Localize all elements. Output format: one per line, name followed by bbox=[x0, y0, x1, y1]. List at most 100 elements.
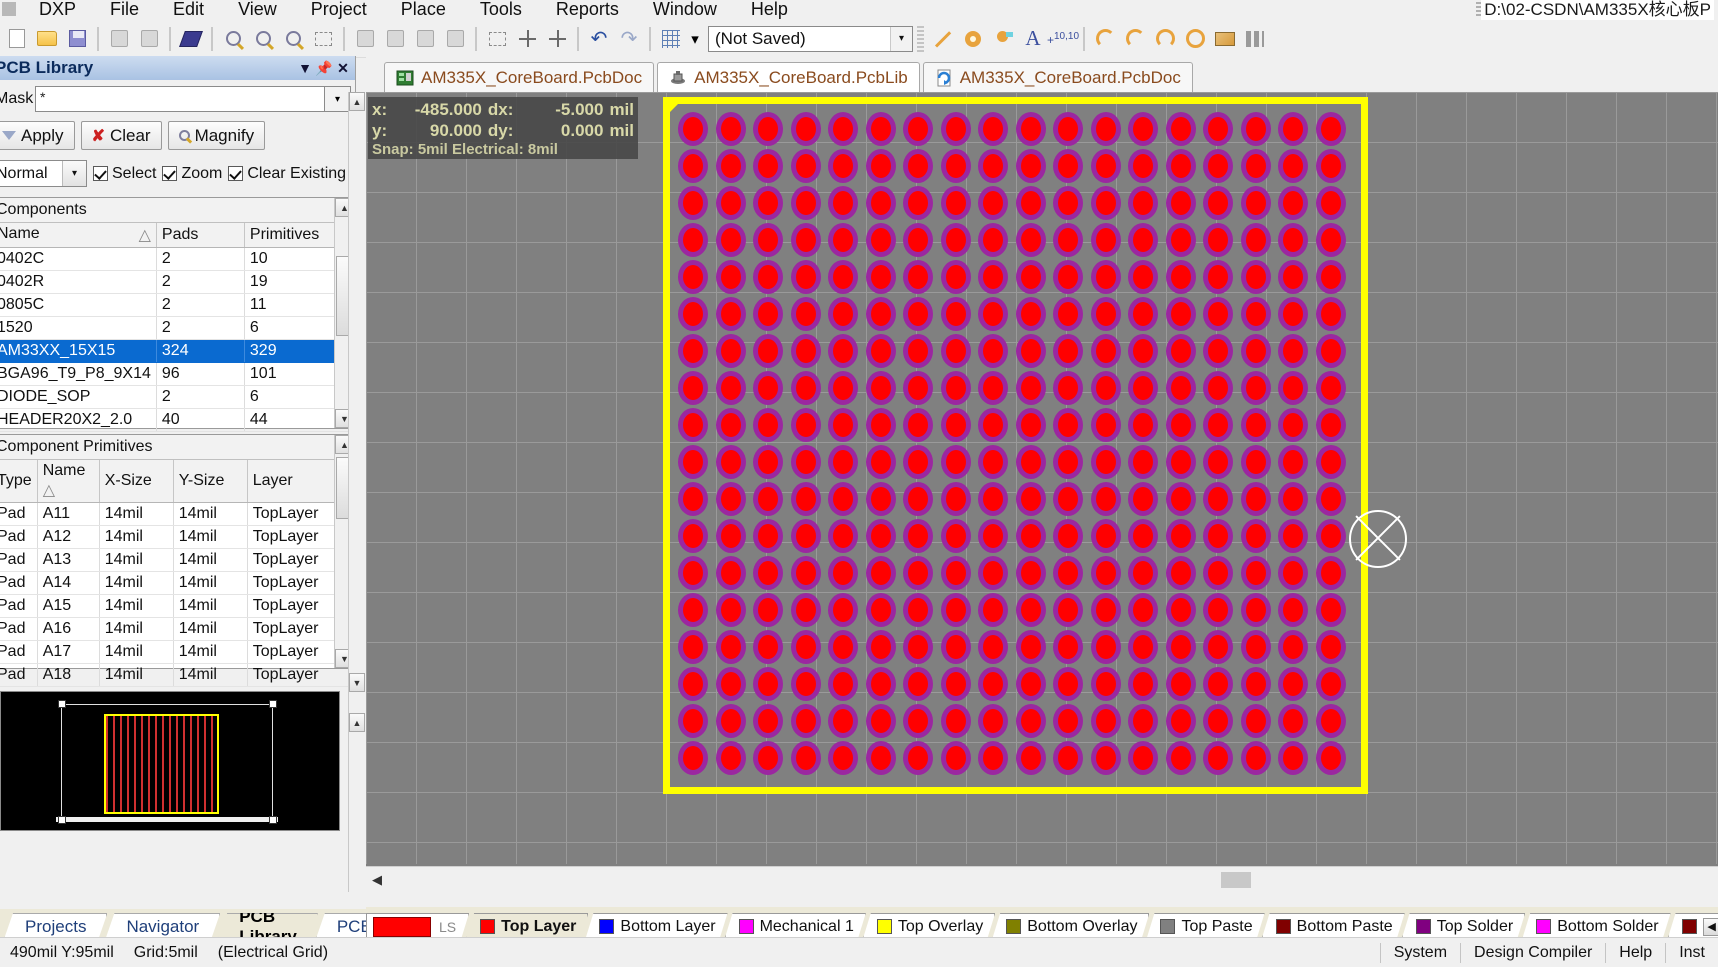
table-row[interactable]: PadA1214mil14milTopLayer bbox=[0, 525, 355, 549]
bga-pad[interactable] bbox=[715, 260, 746, 294]
bga-pad[interactable] bbox=[1090, 741, 1121, 775]
table-row[interactable]: PadA1414mil14milTopLayer bbox=[0, 571, 355, 595]
menu-item-edit[interactable]: Edit bbox=[156, 0, 221, 22]
bga-pad[interactable] bbox=[1165, 445, 1196, 479]
bga-pad[interactable] bbox=[753, 297, 783, 331]
document-tab-pcbdoc-1[interactable]: AM335X_CoreBoard.PcbDoc bbox=[384, 62, 655, 92]
paste-icon[interactable] bbox=[411, 25, 439, 53]
bga-pad[interactable] bbox=[903, 334, 933, 368]
status-button-system[interactable]: System bbox=[1380, 940, 1461, 965]
bga-pad[interactable] bbox=[1203, 519, 1233, 553]
status-button-help[interactable]: Help bbox=[1606, 940, 1666, 965]
bga-pad[interactable] bbox=[978, 593, 1008, 627]
bga-pad[interactable] bbox=[978, 149, 1008, 183]
table-row[interactable]: PadA1714mil14milTopLayer bbox=[0, 640, 355, 664]
bga-pad[interactable] bbox=[678, 482, 708, 516]
panel-tab-pcb-library[interactable]: PCB Library bbox=[218, 913, 318, 939]
bga-pad[interactable] bbox=[978, 704, 1008, 738]
bga-pad[interactable] bbox=[790, 334, 821, 368]
bga-pad[interactable] bbox=[1165, 704, 1196, 738]
bga-pad[interactable] bbox=[1053, 630, 1083, 664]
bga-pad[interactable] bbox=[828, 482, 858, 516]
bga-pad[interactable] bbox=[828, 667, 858, 701]
bga-pad[interactable] bbox=[1240, 519, 1271, 553]
bga-pad[interactable] bbox=[940, 445, 971, 479]
bga-pad[interactable] bbox=[1240, 593, 1271, 627]
table-row[interactable]: PadA1314mil14milTopLayer bbox=[0, 548, 355, 572]
bga-pad[interactable] bbox=[1128, 186, 1158, 220]
scrollbar-thumb[interactable] bbox=[1221, 871, 1251, 888]
bga-pad[interactable] bbox=[678, 704, 708, 738]
bga-pad[interactable] bbox=[1165, 556, 1196, 590]
bga-pad[interactable] bbox=[1128, 704, 1158, 738]
bga-pad[interactable] bbox=[790, 112, 821, 146]
bga-pad[interactable] bbox=[790, 741, 821, 775]
bga-pad[interactable] bbox=[1278, 408, 1308, 442]
layer-tab-bottom-solder[interactable]: Bottom Solder bbox=[1522, 913, 1670, 939]
bga-pad[interactable] bbox=[1315, 482, 1346, 516]
via-icon[interactable] bbox=[989, 25, 1017, 53]
bga-pad[interactable] bbox=[715, 408, 746, 442]
bga-pad[interactable] bbox=[828, 371, 858, 405]
close-icon[interactable]: ✕ bbox=[335, 60, 351, 76]
print-icon[interactable] bbox=[105, 25, 133, 53]
bga-pad[interactable] bbox=[1165, 186, 1196, 220]
bga-pad[interactable] bbox=[753, 741, 783, 775]
bga-pad[interactable] bbox=[1128, 334, 1158, 368]
bga-pad[interactable] bbox=[1315, 556, 1346, 590]
bga-pad[interactable] bbox=[678, 112, 708, 146]
bga-pad[interactable] bbox=[753, 334, 783, 368]
bga-pad[interactable] bbox=[678, 334, 708, 368]
bga-pad[interactable] bbox=[1128, 408, 1158, 442]
pad-icon[interactable] bbox=[959, 25, 987, 53]
bga-pad[interactable] bbox=[1278, 667, 1308, 701]
bga-pad[interactable] bbox=[715, 334, 746, 368]
table-row[interactable]: 0402C 2 10 bbox=[0, 247, 355, 271]
bga-pad[interactable] bbox=[678, 186, 708, 220]
bga-pad[interactable] bbox=[1203, 186, 1233, 220]
bga-pad[interactable] bbox=[1278, 741, 1308, 775]
table-row[interactable]: HEADER20X2_2.0 40 44 bbox=[0, 408, 355, 432]
bga-pad[interactable] bbox=[940, 519, 971, 553]
bga-pad[interactable] bbox=[1315, 112, 1346, 146]
bga-pad[interactable] bbox=[940, 223, 971, 257]
bga-pad[interactable] bbox=[753, 482, 783, 516]
bga-pad[interactable] bbox=[1278, 260, 1308, 294]
copy-icon[interactable] bbox=[381, 25, 409, 53]
arc-edge-icon[interactable] bbox=[1121, 25, 1149, 53]
bga-pad[interactable] bbox=[1203, 223, 1233, 257]
bga-pad[interactable] bbox=[828, 334, 858, 368]
bga-pad[interactable] bbox=[753, 519, 783, 553]
grid-icon[interactable] bbox=[657, 25, 685, 53]
bga-pad[interactable] bbox=[1165, 667, 1196, 701]
bga-pad[interactable] bbox=[1015, 482, 1046, 516]
bga-pad[interactable] bbox=[1090, 223, 1121, 257]
grid-dropdown-icon[interactable]: ▾ bbox=[687, 25, 703, 53]
bga-pad[interactable] bbox=[865, 223, 896, 257]
bga-pad[interactable] bbox=[978, 297, 1008, 331]
bga-pad[interactable] bbox=[1128, 630, 1158, 664]
save-icon[interactable] bbox=[63, 25, 91, 53]
bga-pad[interactable] bbox=[1240, 334, 1271, 368]
bga-pad[interactable] bbox=[1240, 408, 1271, 442]
layer-tab-top-paste[interactable]: Top Paste bbox=[1146, 913, 1264, 939]
bga-pad[interactable] bbox=[865, 667, 896, 701]
bga-pad[interactable] bbox=[715, 630, 746, 664]
bga-pad[interactable] bbox=[978, 630, 1008, 664]
bga-pad[interactable] bbox=[940, 408, 971, 442]
bga-pad[interactable] bbox=[1015, 260, 1046, 294]
layer-tab-top-layer[interactable]: Top Layer bbox=[466, 913, 588, 939]
bga-pad[interactable] bbox=[790, 593, 821, 627]
bga-pad[interactable] bbox=[940, 630, 971, 664]
bga-pad[interactable] bbox=[1015, 408, 1046, 442]
table-row[interactable]: BGA96_T9_P8_9X14 96 101 bbox=[0, 362, 355, 386]
bga-pad[interactable] bbox=[1240, 482, 1271, 516]
bga-pad[interactable] bbox=[978, 223, 1008, 257]
bga-pad[interactable] bbox=[1128, 445, 1158, 479]
arc-any-angle-icon[interactable] bbox=[1151, 25, 1179, 53]
bga-pad[interactable] bbox=[1090, 704, 1121, 738]
bga-pad[interactable] bbox=[1165, 334, 1196, 368]
bga-pad[interactable] bbox=[865, 334, 896, 368]
bga-pad[interactable] bbox=[1053, 519, 1083, 553]
bga-pad[interactable] bbox=[678, 297, 708, 331]
